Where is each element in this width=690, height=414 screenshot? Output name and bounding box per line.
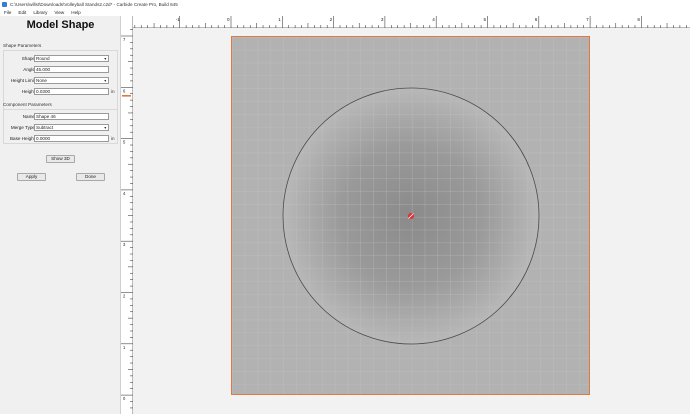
panel-title: Model Shape xyxy=(26,19,95,31)
shape-parameters-label: Shape Parameters xyxy=(3,43,42,48)
position-indicator xyxy=(122,95,131,97)
shape-center-marker[interactable] xyxy=(408,213,414,219)
component-parameters-label: Component Parameters xyxy=(3,102,52,107)
angle-input[interactable]: 45.000 xyxy=(34,66,109,73)
chevron-down-icon: ▼ xyxy=(103,126,107,130)
ruler-label: 4 xyxy=(432,17,435,22)
ruler-label: 2 xyxy=(330,17,333,22)
base-height-label: Base Height xyxy=(9,136,35,141)
menu-bar: File Edit Library View Help xyxy=(0,9,690,16)
work-area[interactable] xyxy=(231,36,590,395)
ruler-label: 4 xyxy=(123,191,126,196)
ruler-label: 3 xyxy=(381,17,384,22)
menu-help[interactable]: Help xyxy=(71,10,80,15)
ruler-label: 6 xyxy=(123,88,126,93)
base-height-unit: in xyxy=(111,136,115,141)
height-limit-value: None xyxy=(36,78,47,83)
apply-button[interactable]: Apply xyxy=(17,173,46,181)
app-icon xyxy=(2,2,7,7)
ruler-label: 0 xyxy=(227,17,230,22)
done-button[interactable]: Done xyxy=(76,173,105,181)
shape-value: Round xyxy=(36,56,50,61)
height-limit-dropdown[interactable]: None ▼ xyxy=(34,77,109,84)
base-height-input[interactable]: 0.0000 xyxy=(34,135,109,142)
ruler-label: -1 xyxy=(176,17,181,22)
menu-file[interactable]: File xyxy=(4,10,11,15)
menu-library[interactable]: Library xyxy=(33,10,47,15)
menu-edit[interactable]: Edit xyxy=(18,10,26,15)
model-shape-panel: Model Shape Shape Parameters Shape Round… xyxy=(0,16,121,414)
ruler-label: 8 xyxy=(637,17,640,22)
ruler-label: 5 xyxy=(123,140,126,145)
shape-row: Shape Round ▼ xyxy=(4,55,119,63)
window-title: C:\Users\willst\Downloads\Volleyball Sta… xyxy=(10,2,178,7)
name-input[interactable]: Shape 46 xyxy=(34,113,109,120)
title-bar: C:\Users\willst\Downloads\Volleyball Sta… xyxy=(0,0,690,9)
ruler-label: 7 xyxy=(123,37,126,42)
height-limit-row: Height Limit None ▼ xyxy=(4,77,119,85)
merge-type-label: Merge Type xyxy=(10,125,35,130)
chevron-down-icon: ▼ xyxy=(103,79,107,83)
ruler-label: 3 xyxy=(123,242,126,247)
ruler-label: 7 xyxy=(586,17,589,22)
height-label: Height xyxy=(21,89,35,94)
ruler-label: 1 xyxy=(278,17,281,22)
vertical-ruler-ticks: 7 6 5 4 3 2 1 0 xyxy=(121,29,133,409)
merge-type-row: Merge Type Subtract ▼ xyxy=(4,124,119,132)
chevron-down-icon: ▼ xyxy=(103,57,107,61)
vertical-ruler: 7 6 5 4 3 2 1 0 xyxy=(121,16,133,414)
name-row: Name Shape 46 xyxy=(4,113,119,121)
shape-label: Shape xyxy=(21,56,35,61)
ruler-label: 1 xyxy=(123,345,126,350)
menu-view[interactable]: View xyxy=(54,10,64,15)
horizontal-ruler-ticks: -1 0 1 2 3 4 5 6 7 8 xyxy=(128,16,687,28)
height-input[interactable]: 0.0300 xyxy=(34,88,109,95)
ruler-label: 2 xyxy=(123,294,126,299)
ruler-label: 6 xyxy=(535,17,538,22)
base-height-row: Base Height 0.0000 in xyxy=(4,135,119,143)
merge-type-dropdown[interactable]: Subtract ▼ xyxy=(34,124,109,131)
height-unit: in xyxy=(111,89,115,94)
component-parameters-section: Name Shape 46 Merge Type Subtract ▼ Base… xyxy=(3,109,118,144)
ruler-label: 0 xyxy=(123,396,126,401)
work-area-graphics xyxy=(232,37,589,394)
show-3d-button[interactable]: Show 3D xyxy=(46,155,75,163)
height-row: Height 0.0300 in xyxy=(4,88,119,96)
height-limit-label: Height Limit xyxy=(10,78,35,83)
merge-type-value: Subtract xyxy=(36,125,54,130)
ruler-label: 5 xyxy=(484,17,487,22)
horizontal-ruler: -1 0 1 2 3 4 5 6 7 8 xyxy=(121,16,690,28)
angle-row: Angle 45.000 xyxy=(4,66,119,74)
shape-dropdown[interactable]: Round ▼ xyxy=(34,55,109,62)
